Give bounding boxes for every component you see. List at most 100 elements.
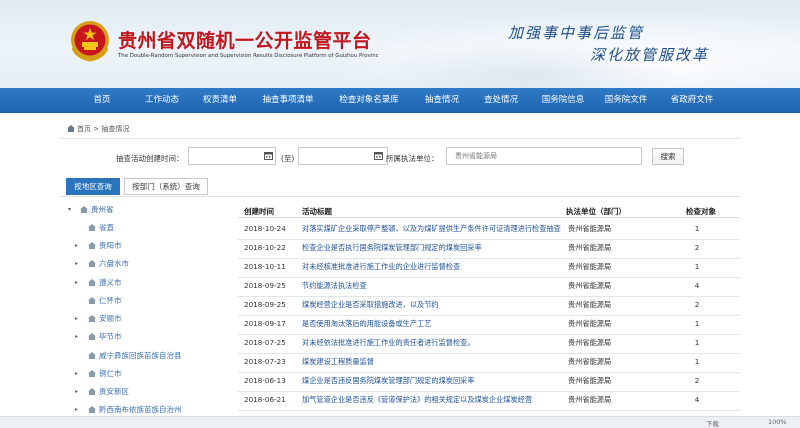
table-row: 2018-09-25 节约能源法执法检查 贵州省能源局 4 (238, 276, 740, 297)
region-node-icon (88, 333, 96, 340)
main-nav: 首页 工作动态 权责清单 抽查事项清单 检查对象名录库 抽查情况 查处情况 国务… (0, 88, 800, 113)
start-date-input[interactable] (188, 147, 276, 165)
row-title-link[interactable]: 煤炭建设工程质量监督 (302, 357, 566, 367)
row-title-link[interactable]: 检查企业是否执行国务院煤炭管理部门规定的煤炭回采率 (302, 243, 566, 253)
tab-by-department[interactable]: 按部门（系统）查询 (124, 178, 208, 195)
nav-item-inspection-targets[interactable]: 检查对象名录库 (339, 88, 399, 113)
collapse-arrow-icon[interactable]: ▾ (68, 205, 71, 215)
tree-item-label: 威宁彝族回族苗族自治县 (99, 351, 182, 360)
row-count: 1 (694, 262, 700, 271)
expand-arrow-icon[interactable]: ▸ (75, 259, 78, 269)
home-icon (67, 125, 75, 132)
tree-item-provincial[interactable]: 省直 (88, 223, 114, 233)
tree-item-label: 省直 (99, 223, 114, 232)
breadcrumb-home-link[interactable]: 首页 (77, 125, 91, 133)
row-date: 2018-06-21 (244, 395, 286, 404)
row-unit: 贵州省能源局 (568, 281, 612, 290)
nav-item-provincial-docs[interactable]: 省政府文件 (671, 88, 714, 113)
expand-arrow-icon[interactable]: ▸ (75, 405, 78, 415)
table-row: 2018-09-17 是否使用淘汰落后的用能设备或生产工艺 贵州省能源局 1 (238, 314, 740, 335)
tree-item-guizhou[interactable]: ▾ 贵州省 (68, 205, 114, 215)
status-download[interactable]: 下载 (706, 418, 719, 428)
search-button[interactable]: 搜索 (652, 148, 684, 165)
expand-arrow-icon[interactable]: ▸ (75, 387, 78, 397)
row-title-link[interactable]: 节约能源法执法检查 (302, 281, 566, 291)
breadcrumb-divider (60, 138, 740, 139)
tree-item-guian[interactable]: ▸ 贵安新区 (75, 387, 129, 397)
column-header-unit: 执法单位（部门） (566, 207, 626, 216)
nav-item-home[interactable]: 首页 (93, 88, 110, 113)
status-zoom[interactable]: 100% (768, 418, 787, 426)
row-unit: 贵州省能源局 (568, 357, 612, 366)
row-title-link[interactable]: 煤炭经营企业是否采取措施改进，以及节约 (302, 300, 566, 310)
tree-item-label: 黔西南布依族苗族自治州 (99, 405, 182, 414)
nav-item-power-list[interactable]: 权责清单 (203, 88, 237, 113)
tree-item-zunyi[interactable]: ▸ 遵义市 (75, 278, 122, 288)
unit-input[interactable]: 贵州省能源局 (446, 147, 642, 165)
column-header-count: 检查对象 (686, 207, 716, 216)
row-title-link[interactable]: 对落实煤矿企业采取停产整顿、以及为煤矿提供生产条件许可证清理进行检查抽查 (302, 224, 566, 234)
table-row: 2018-10-24 对落实煤矿企业采取停产整顿、以及为煤矿提供生产条件许可证清… (238, 219, 740, 240)
tree-item-bijie[interactable]: ▸ 毕节市 (75, 332, 122, 342)
slogan-line-2: 深化放管服改革 (590, 46, 710, 64)
expand-arrow-icon[interactable]: ▸ (75, 314, 78, 324)
breadcrumb-separator: > (93, 125, 100, 133)
nav-item-state-council-docs[interactable]: 国务院文件 (605, 88, 648, 113)
tree-item-label: 贵州省 (91, 205, 114, 214)
row-date: 2018-09-17 (244, 319, 286, 328)
nav-item-penalty-status[interactable]: 查处情况 (484, 88, 518, 113)
row-date: 2018-07-23 (244, 357, 286, 366)
row-title-link[interactable]: 对未经依法批准进行施工作业的责任者进行监督检查。 (302, 338, 566, 348)
tree-item-label: 遵义市 (99, 278, 122, 287)
tree-item-weining[interactable]: 威宁彝族回族苗族自治县 (88, 351, 182, 361)
tree-item-label: 毕节市 (99, 332, 122, 341)
expand-arrow-icon[interactable]: ▸ (75, 241, 78, 251)
tree-item-qianxinan[interactable]: ▸ 黔西南布依族苗族自治州 (75, 405, 182, 415)
site-header: 贵州省双随机一公开监管平台 The Double-Random Supervis… (0, 0, 800, 88)
region-node-icon (88, 315, 96, 322)
row-date: 2018-09-25 (244, 300, 286, 309)
unit-filter-label: 所属执法单位： (386, 154, 439, 163)
region-node-icon (88, 370, 96, 377)
tree-item-tongren[interactable]: ▸ 铜仁市 (75, 369, 122, 379)
expand-arrow-icon[interactable]: ▸ (75, 278, 78, 288)
row-count: 1 (694, 319, 700, 328)
row-unit: 贵州省能源局 (568, 243, 612, 252)
tree-item-liupanshui[interactable]: ▸ 六盘水市 (75, 259, 129, 269)
row-title-link[interactable]: 是否使用淘汰落后的用能设备或生产工艺 (302, 319, 566, 329)
row-count: 2 (694, 376, 700, 385)
row-title-link[interactable]: 煤企业是否违反国务院煤炭管理部门规定的煤炭回采率 (302, 376, 566, 386)
row-date: 2018-10-24 (244, 224, 286, 233)
expand-arrow-icon[interactable]: ▸ (75, 332, 78, 342)
row-unit: 贵州省能源局 (568, 395, 612, 404)
row-date: 2018-10-22 (244, 243, 286, 252)
row-title-link[interactable]: 加气管道企业是否违反《管道保护法》的相关规定以及煤炭企业煤炭经营 (302, 395, 566, 405)
table-row: 2018-06-13 煤企业是否违反国务院煤炭管理部门规定的煤炭回采率 贵州省能… (238, 371, 740, 392)
nav-item-work-news[interactable]: 工作动态 (145, 88, 179, 113)
tree-item-renhuai[interactable]: 仁怀市 (88, 296, 122, 306)
tree-item-label: 贵安新区 (99, 387, 129, 396)
row-unit: 贵州省能源局 (568, 300, 612, 309)
nav-item-inspection-items[interactable]: 抽查事项清单 (262, 88, 313, 113)
tabs-divider (60, 196, 740, 197)
tree-item-guiyang[interactable]: ▸ 贵阳市 (75, 241, 122, 251)
tree-item-anshun[interactable]: ▸ 安顺市 (75, 314, 122, 324)
national-emblem-icon (71, 21, 109, 62)
row-count: 1 (694, 224, 700, 233)
column-header-title: 活动标题 (302, 207, 332, 216)
row-count: 2 (694, 243, 700, 252)
nav-item-state-council-info[interactable]: 国务院信息 (542, 88, 585, 113)
time-filter-label: 抽查活动创建时间： (116, 154, 184, 163)
expand-arrow-icon[interactable]: ▸ (75, 369, 78, 379)
calendar-icon[interactable] (374, 151, 383, 160)
region-node-icon (88, 224, 96, 231)
nav-item-inspection-status[interactable]: 抽查情况 (425, 88, 459, 113)
calendar-icon[interactable] (264, 151, 273, 160)
breadcrumb: 首页 > 抽查情况 (67, 124, 129, 134)
row-count: 4 (694, 395, 700, 404)
browser-status-bar: 下载 100% (0, 416, 800, 428)
tab-by-region[interactable]: 按地区查询 (66, 178, 120, 195)
row-title-link[interactable]: 对未经核准批准进行施工作业的企业进行监督检查 (302, 262, 566, 272)
row-date: 2018-06-13 (244, 376, 286, 385)
site-title: 贵州省双随机一公开监管平台 (118, 30, 372, 52)
